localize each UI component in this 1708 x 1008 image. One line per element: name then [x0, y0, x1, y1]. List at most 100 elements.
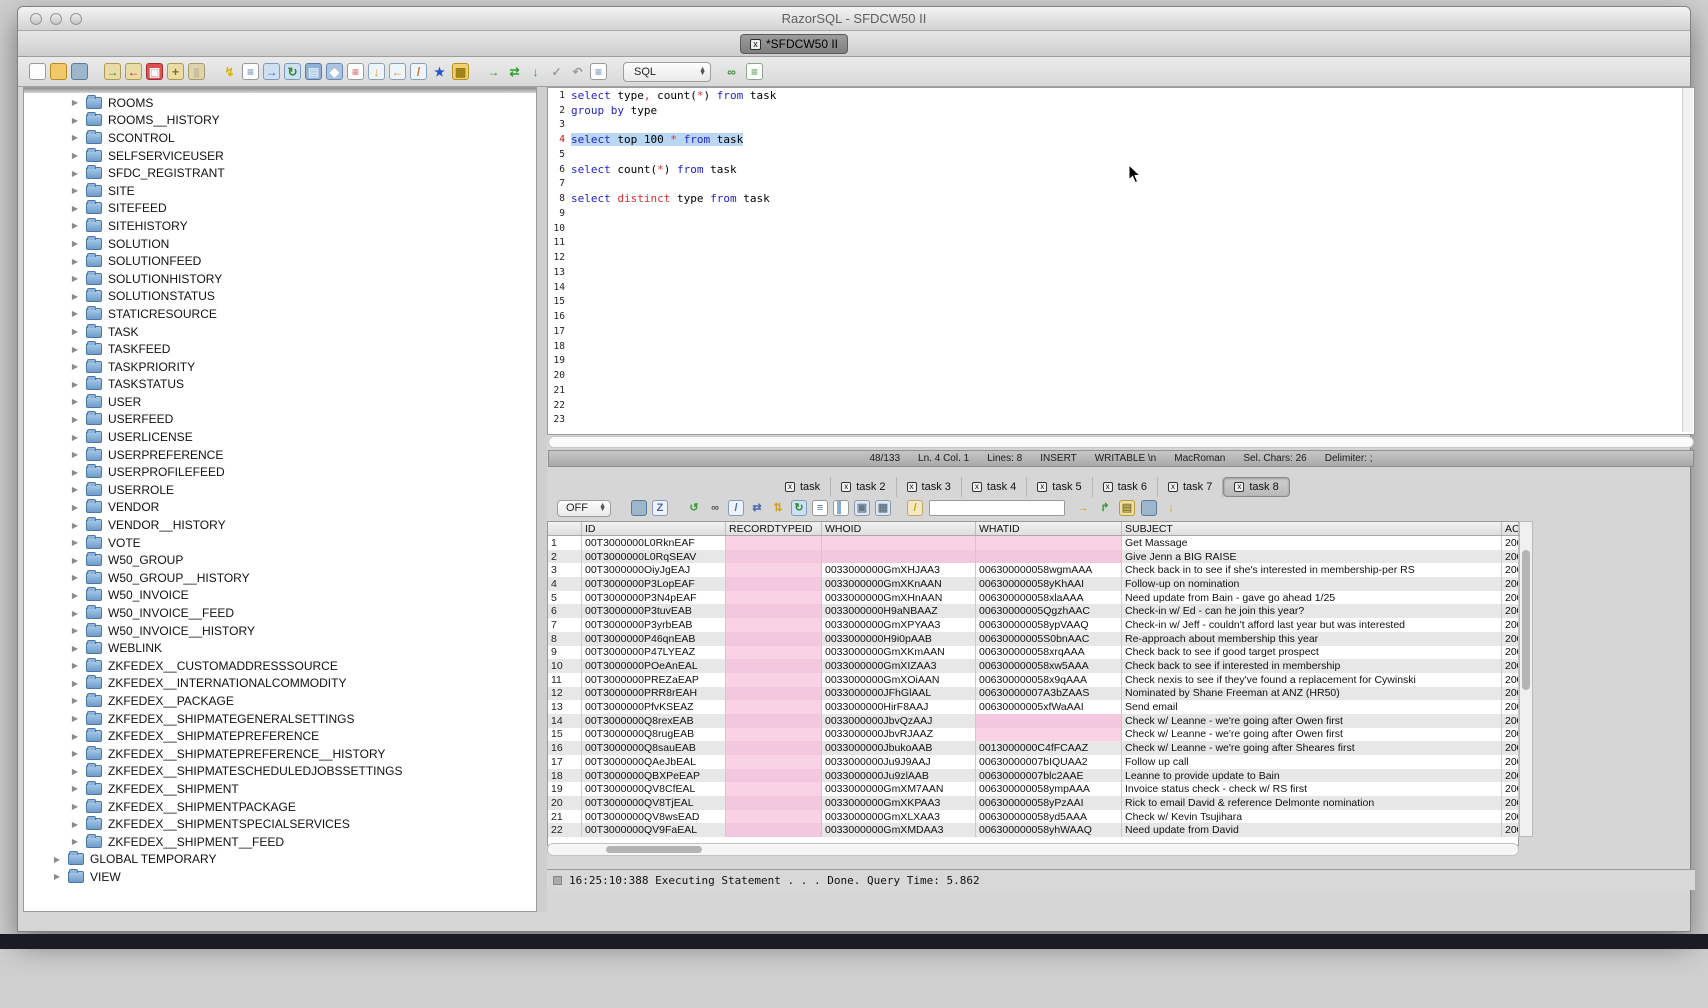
tree-item[interactable]: ▶TASK — [24, 323, 536, 341]
tree-item[interactable]: ▶USERFEED — [24, 411, 536, 429]
table-cell[interactable]: 0033000000GmXMDAA3 — [822, 823, 976, 837]
table-cell[interactable] — [726, 755, 822, 769]
table-cell[interactable]: 00T3000000Q8rexEAB — [582, 714, 726, 728]
table-row[interactable]: 300T3000000OiyJgEAJ0033000000GmXHJAA3006… — [548, 563, 1518, 577]
expand-triangle-icon[interactable]: ▶ — [70, 309, 80, 318]
refresh-table-icon[interactable]: ↻ — [284, 63, 301, 80]
transpose-results-icon[interactable]: Z — [652, 500, 668, 516]
result-tab-close-icon[interactable]: x — [972, 482, 982, 492]
statement-type-select[interactable]: SQL ▲▼ — [623, 62, 711, 82]
table-row[interactable]: 1700T3000000QAeJbEAL0033000000Ju9J9AAJ00… — [548, 755, 1518, 769]
table-cell[interactable]: Check w/ Kevin Tsujihara — [1122, 810, 1502, 824]
table-cell[interactable]: 00T3000000L0RknEAF — [582, 536, 726, 550]
table-cell[interactable] — [726, 700, 822, 714]
expand-triangle-icon[interactable]: ▶ — [70, 450, 80, 459]
table-cell[interactable]: 200 — [1502, 591, 1519, 605]
expand-triangle-icon[interactable]: ▶ — [70, 169, 80, 178]
table-cell[interactable]: 200 — [1502, 659, 1519, 673]
tree-item[interactable]: ▶VENDOR — [24, 499, 536, 517]
table-row[interactable]: 400T3000000P3LopEAF0033000000GmXKnAAN006… — [548, 577, 1518, 591]
table-cell[interactable]: 00630000005QgzhAAC — [976, 604, 1122, 618]
sql-editor[interactable]: 1select type, count(*) from task2group b… — [547, 87, 1695, 435]
editor-line[interactable]: 2group by type — [548, 103, 1694, 118]
table-cell[interactable]: Need update from David — [1122, 823, 1502, 837]
table-cell[interactable] — [726, 673, 822, 687]
table-cell[interactable]: 0033000000Ju9zlAAB — [822, 769, 976, 783]
table-tools-icon[interactable]: ▦ — [452, 63, 469, 80]
table-row[interactable]: 800T3000000P46qnEAB0033000000H9i0pAAB006… — [548, 632, 1518, 646]
table-cell[interactable]: 00T3000000QAeJbEAL — [582, 755, 726, 769]
table-cell[interactable]: 00T3000000P47LYEAZ — [582, 646, 726, 660]
table-cell[interactable]: Rick to email David & reference Delmonte… — [1122, 796, 1502, 810]
table-row[interactable]: 1300T3000000PfvKSEAZ0033000000HirF8AAJ00… — [548, 700, 1518, 714]
log-book-icon[interactable]: ▤ — [305, 63, 322, 80]
expand-triangle-icon[interactable]: ▶ — [70, 485, 80, 494]
tree-item[interactable]: ▶ZKFEDEX__SHIPMATEPREFERENCE — [24, 727, 536, 745]
table-row[interactable]: 2200T3000000QV9FaEAL0033000000GmXMDAA300… — [548, 823, 1518, 837]
expand-triangle-icon[interactable]: ▶ — [70, 784, 80, 793]
table-cell[interactable]: 200 — [1502, 536, 1519, 550]
expand-triangle-icon[interactable]: ▶ — [70, 468, 80, 477]
editor-line[interactable]: 3 — [548, 118, 1694, 133]
table-cell[interactable]: 200 — [1502, 755, 1519, 769]
expand-triangle-icon[interactable]: ▶ — [70, 820, 80, 829]
table-cell[interactable]: 006300000058xlaAAA — [976, 591, 1122, 605]
disconnect-database-icon[interactable]: ← — [125, 63, 142, 80]
table-cell[interactable]: 00T3000000P3LopEAF — [582, 577, 726, 591]
expand-triangle-icon[interactable]: ▶ — [70, 714, 80, 723]
table-cell[interactable]: 00T3000000P3yrbEAB — [582, 618, 726, 632]
tree-item[interactable]: ▶ZKFEDEX__SHIPMENT__FEED — [24, 833, 536, 851]
column-header[interactable]: SUBJECT — [1122, 522, 1502, 535]
table-cell[interactable]: 0033000000GmXM7AAN — [822, 782, 976, 796]
results-vertical-scrollbar-thumb[interactable] — [1522, 550, 1530, 690]
table-cell[interactable] — [726, 563, 822, 577]
expand-triangle-icon[interactable]: ▶ — [70, 802, 80, 811]
expand-triangle-icon[interactable]: ▶ — [70, 98, 80, 107]
table-cell[interactable]: 00T3000000QBXPeEAP — [582, 769, 726, 783]
format-rows-icon[interactable]: ≡ — [347, 63, 364, 80]
table-cell[interactable]: Need update from Bain - gave go ahead 1/… — [1122, 591, 1502, 605]
expand-triangle-icon[interactable]: ▶ — [70, 591, 80, 600]
editor-line[interactable]: 10 — [548, 221, 1694, 236]
result-tab[interactable]: xtask — [775, 477, 831, 497]
table-cell[interactable]: 00T3000000P3tuvEAB — [582, 604, 726, 618]
table-cell[interactable] — [726, 646, 822, 660]
expand-triangle-icon[interactable]: ▶ — [70, 397, 80, 406]
expand-triangle-icon[interactable]: ▶ — [70, 380, 80, 389]
table-row[interactable]: 900T3000000P47LYEAZ0033000000GmXKmAAN006… — [548, 646, 1518, 660]
editor-line[interactable]: 8select distinct type from task — [548, 191, 1694, 206]
table-cell[interactable]: 00T3000000Q8sauEAB — [582, 741, 726, 755]
table-cell[interactable]: 200 — [1502, 632, 1519, 646]
table-cell[interactable]: Re-approach about membership this year — [1122, 632, 1502, 646]
split-divider[interactable] — [537, 87, 547, 912]
table-cell[interactable]: 200 — [1502, 796, 1519, 810]
table-cell[interactable]: 0033000000GmXKnAAN — [822, 577, 976, 591]
table-cell[interactable]: 006300000058yKhAAI — [976, 577, 1122, 591]
expand-triangle-icon[interactable]: ▶ — [70, 345, 80, 354]
table-row[interactable]: 100T3000000L0RknEAFGet Massage200 — [548, 536, 1518, 550]
table-cell[interactable]: 00T3000000Q8rugEAB — [582, 728, 726, 742]
tree-item[interactable]: ▶VENDOR__HISTORY — [24, 516, 536, 534]
explain-plan-icon[interactable]: ≡ — [746, 63, 763, 80]
table-cell[interactable] — [976, 550, 1122, 564]
table-cell[interactable] — [726, 604, 822, 618]
execute-sql-bolt-icon[interactable]: ↯ — [221, 63, 238, 80]
tree-item[interactable]: ▶WEBLINK — [24, 639, 536, 657]
table-cell[interactable]: Send email — [1122, 700, 1502, 714]
table-cell[interactable]: 00T3000000QV8wsEAD — [582, 810, 726, 824]
column-header[interactable]: ID — [582, 522, 726, 535]
tree-item[interactable]: ▶STATICRESOURCE — [24, 305, 536, 323]
table-row[interactable]: 2100T3000000QV8wsEAD0033000000GmXLXAA300… — [548, 810, 1518, 824]
table-cell[interactable] — [726, 659, 822, 673]
tree-item[interactable]: ▶USER — [24, 393, 536, 411]
expand-triangle-icon[interactable]: ▶ — [70, 116, 80, 125]
table-cell[interactable]: Check w/ Leanne - we're going after Shea… — [1122, 741, 1502, 755]
expand-triangle-icon[interactable]: ▶ — [70, 327, 80, 336]
table-cell[interactable]: 006300000058ympAAA — [976, 782, 1122, 796]
document-tab-close-icon[interactable]: x — [750, 39, 761, 50]
tree-item[interactable]: ▶USERPROFILEFEED — [24, 463, 536, 481]
table-cell[interactable]: 006300000058xrqAAA — [976, 646, 1122, 660]
table-cell[interactable] — [726, 728, 822, 742]
describe-list-icon[interactable]: ≡ — [242, 63, 259, 80]
result-tab[interactable]: xtask 2 — [831, 477, 896, 497]
